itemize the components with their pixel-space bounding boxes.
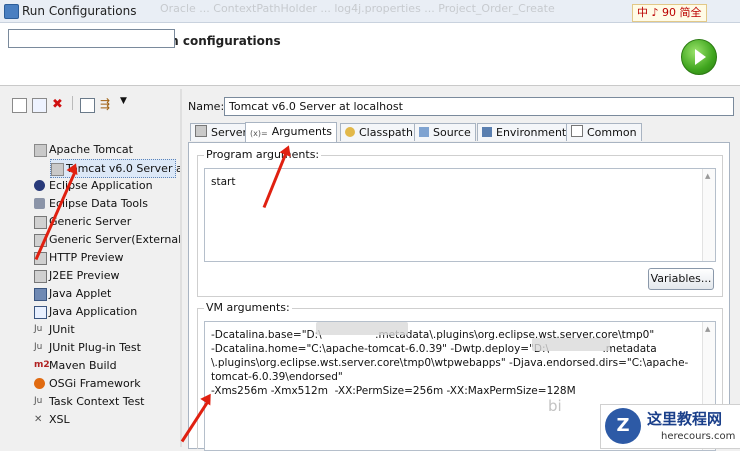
filter-input[interactable]: [8, 29, 175, 48]
arguments-tab-icon: (x)=: [250, 129, 268, 138]
program-arguments-text: start: [211, 176, 236, 188]
delete-icon[interactable]: ✖: [52, 98, 65, 111]
xsl-icon: ✕: [34, 414, 43, 425]
filter-icon[interactable]: ⇶: [100, 98, 113, 111]
common-tab-icon: [571, 125, 583, 137]
task-icon: Ju: [34, 396, 43, 406]
tomcat-icon: [51, 163, 64, 176]
site-name-cn: 这里教程网: [647, 410, 723, 428]
config-type-tree: Apache Tomcat Tomcat v6.0 Server a Eclip…: [34, 143, 183, 426]
pane-sash[interactable]: [180, 89, 182, 447]
source-tab-icon: [419, 127, 429, 137]
tab-arguments[interactable]: (x)= Arguments: [245, 122, 337, 142]
server-tab-icon: [195, 125, 207, 137]
site-name-en: herecours.com: [661, 431, 736, 442]
background-tabs-text: Oracle ... ContextPathHolder ... log4j.p…: [160, 2, 555, 15]
server-icon: [34, 216, 47, 229]
watermark-text: bi: [548, 397, 562, 415]
program-arguments-input[interactable]: start: [204, 168, 716, 262]
redaction-mask: [532, 338, 610, 351]
program-arguments-scrollbar[interactable]: [702, 169, 715, 261]
eclipse-icon: [34, 180, 45, 191]
vm-arguments-text: -Dcatalina.base="D:\ .metadata\.plugins\…: [211, 329, 689, 397]
collapse-all-icon[interactable]: [80, 98, 95, 113]
play-icon: [695, 49, 706, 65]
site-watermark-badge: Z 这里教程网 herecours.com: [600, 404, 740, 449]
junit-plugin-icon: Ju: [34, 342, 43, 352]
config-toolbar: ✖ ⇶ ▼: [12, 93, 172, 113]
site-logo: Z: [605, 408, 641, 444]
duplicate-icon[interactable]: [32, 98, 47, 113]
ime-indicator[interactable]: 中 ♪ 90 简全: [632, 4, 707, 22]
window-title: Run Configurations: [22, 4, 137, 18]
new-config-icon[interactable]: [12, 98, 27, 113]
tab-source[interactable]: Source: [414, 123, 476, 141]
title-bar: Run Configurations Oracle ... ContextPat…: [0, 0, 740, 23]
name-input[interactable]: Tomcat v6.0 Server at localhost: [224, 97, 734, 116]
maven-icon: m2: [34, 360, 50, 370]
tab-common[interactable]: Common: [566, 123, 642, 141]
redaction-mask: [316, 322, 408, 335]
applet-icon: [34, 288, 47, 301]
tab-environment[interactable]: Environment: [477, 123, 572, 141]
vm-arguments-label: VM arguments:: [204, 301, 292, 314]
tab-server[interactable]: Server: [190, 123, 253, 141]
database-icon: [34, 198, 45, 209]
run-button[interactable]: [681, 39, 717, 75]
tab-classpath[interactable]: Classpath: [340, 123, 418, 141]
variables-button[interactable]: Variables...: [648, 268, 714, 290]
junit-icon: Ju: [34, 324, 43, 334]
java-app-icon: [34, 306, 47, 319]
program-arguments-label: Program arguments:: [204, 148, 322, 161]
environment-tab-icon: [482, 127, 492, 137]
name-label: Name:: [188, 100, 225, 113]
dropdown-icon[interactable]: ▼: [120, 96, 127, 106]
osgi-icon: [34, 378, 45, 389]
server-icon: [34, 270, 47, 283]
classpath-tab-icon: [345, 127, 355, 137]
app-icon: [4, 4, 19, 19]
toolbar-divider: [72, 96, 73, 110]
tomcat-icon: [34, 144, 47, 157]
